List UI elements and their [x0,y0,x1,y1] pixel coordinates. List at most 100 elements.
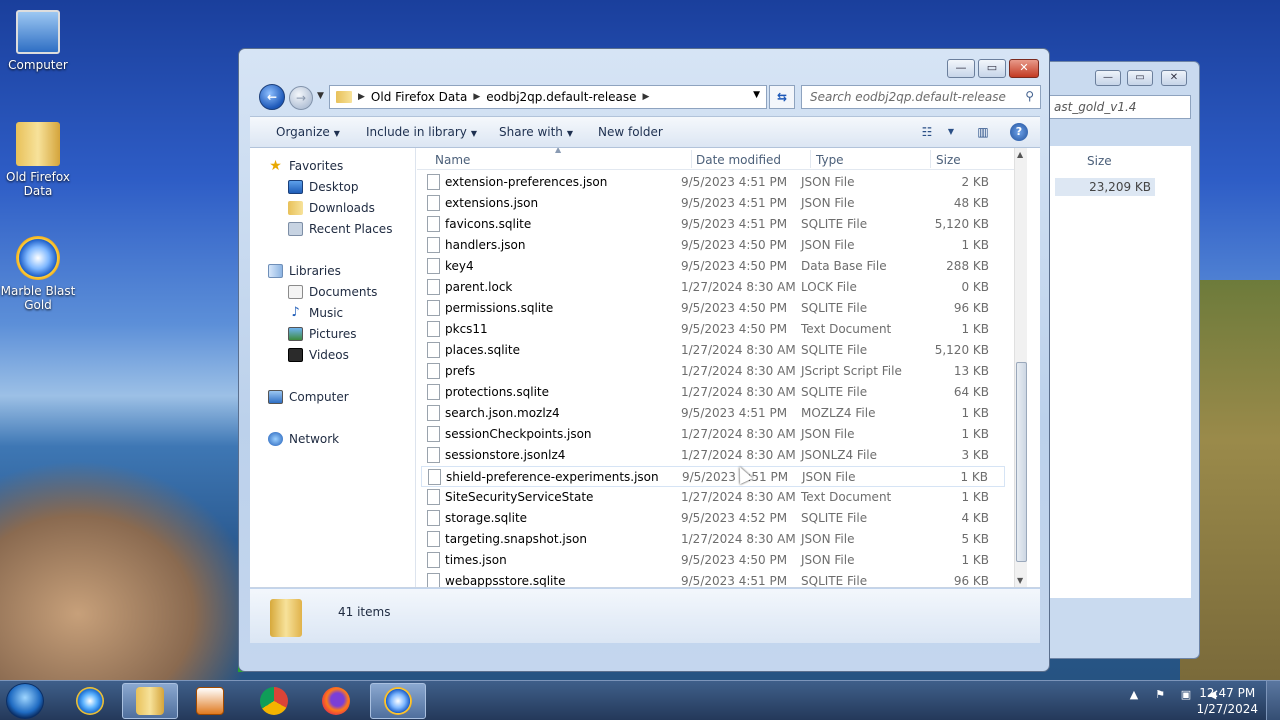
file-size: 96 KB [953,301,989,315]
sidebar-item-network[interactable]: Network [268,429,339,449]
back-button[interactable]: ← [259,84,285,110]
share-with-button[interactable]: Share with ▼ [499,125,573,139]
table-row[interactable]: times.json 9/5/2023 4:50 PM JSON File 1 KB [421,550,1005,571]
column-header-name[interactable]: Name [435,153,470,167]
address-bar[interactable]: ▶ Old Firefox Data ▶ eodbj2qp.default-re… [329,85,767,109]
taskbar-internet-explorer[interactable] [62,683,118,719]
breadcrumb-separator[interactable]: ▶ [643,92,650,102]
search-icon[interactable]: ⚲ [1025,89,1034,103]
table-row[interactable]: webappsstore.sqlite 9/5/2023 4:51 PM SQLIT… [421,571,1005,587]
file-name: targeting.snapshot.json [445,532,587,546]
preview-pane-icon[interactable]: ▥ [972,122,994,142]
table-row[interactable]: pkcs11 9/5/2023 4:50 PM Text Document 1 KB [421,319,1005,340]
column-divider[interactable] [810,150,811,168]
table-row[interactable]: parent.lock 1/27/2024 8:30 AM LOCK File 0 K… [421,277,1005,298]
table-row[interactable]: permissions.sqlite 9/5/2023 4:50 PM SQLITE… [421,298,1005,319]
music-icon: ♪ [291,305,300,320]
scroll-down-icon[interactable]: ▼ [1017,576,1023,585]
view-options-icon[interactable]: ☷ [916,122,938,142]
table-row[interactable]: key4 9/5/2023 4:50 PM Data Base File 288 KB [421,256,1005,277]
explorer-window[interactable]: — ▭ ✕ ← → ▼ ▶ Old Firefox Data ▶ eodbj2q… [238,48,1050,672]
table-row[interactable]: storage.sqlite 9/5/2023 4:52 PM SQLITE Fil… [421,508,1005,529]
recent-pages-dropdown[interactable]: ▼ [317,91,324,101]
taskbar-media-player[interactable] [182,683,238,719]
close-button[interactable]: ✕ [1161,70,1187,86]
sidebar-item-desktop[interactable]: Desktop [288,177,359,197]
scroll-up-icon[interactable]: ▲ [1017,150,1023,159]
sidebar-item-music[interactable]: ♪ Music [288,303,343,323]
taskbar-marble-blast-gold[interactable] [370,683,426,719]
documents-icon [288,285,303,299]
scroll-thumb[interactable] [1016,362,1027,562]
file-name: times.json [445,553,507,567]
background-explorer-window[interactable]: — ▭ ✕ ast_gold_v1.4 Size 23,209 KB [1036,61,1200,659]
sidebar-item-favorites[interactable]: ★ Favorites [268,156,343,176]
close-button[interactable]: ✕ [1009,59,1039,78]
sidebar-item-pictures[interactable]: Pictures [288,324,357,344]
organize-button[interactable]: Organize ▼ [276,125,340,139]
start-button[interactable] [6,683,44,719]
desktop-icon-label: Old Firefox Data [6,170,70,198]
sidebar-item-videos[interactable]: Videos [288,345,349,365]
minimize-button[interactable]: — [1095,70,1121,86]
desktop-icon-computer[interactable]: Computer [0,10,76,72]
table-row[interactable]: shield-preference-experiments.json 9/5/20… [421,466,1005,487]
breadcrumb-separator[interactable]: ▶ [473,92,480,102]
include-in-library-button[interactable]: Include in library ▼ [366,125,477,139]
help-icon[interactable]: ? [1010,123,1028,141]
column-header-size[interactable]: Size [936,153,961,167]
column-divider[interactable] [691,150,692,168]
vertical-scrollbar[interactable]: ▲ ▼ [1014,148,1027,587]
maximize-button[interactable]: ▭ [1127,70,1153,86]
desktop-icon-marble-blast-gold[interactable]: Marble Blast Gold [0,236,76,312]
column-divider[interactable] [930,150,931,168]
new-folder-button[interactable]: New folder [598,125,663,139]
table-row[interactable]: handlers.json 9/5/2023 4:50 PM JSON File 1 … [421,235,1005,256]
breadcrumb-item[interactable]: eodbj2qp.default-release [486,90,636,104]
table-row[interactable]: sessionstore.jsonlz4 1/27/2024 8:30 AM JSO… [421,445,1005,466]
show-hidden-icons-icon[interactable]: ▲ [1126,687,1142,703]
breadcrumb-item[interactable]: Old Firefox Data [371,90,467,104]
breadcrumb-separator[interactable]: ▶ [358,92,365,102]
sidebar-item-recent-places[interactable]: Recent Places [288,219,392,239]
table-row[interactable]: extension-preferences.json 9/5/2023 4:51 … [421,172,1005,193]
table-row[interactable]: extensions.json 9/5/2023 4:51 PM JSON File… [421,193,1005,214]
table-row[interactable]: prefs 1/27/2024 8:30 AM JScript Script Fil… [421,361,1005,382]
view-dropdown-icon[interactable]: ▼ [940,122,962,142]
network-icon[interactable]: ▣ [1178,687,1194,703]
file-name: search.json.mozlz4 [445,406,560,420]
table-row[interactable]: targeting.snapshot.json 1/27/2024 8:30 AM… [421,529,1005,550]
sidebar-item-label: Desktop [309,180,359,194]
table-row[interactable]: sessionCheckpoints.json 1/27/2024 8:30 AM… [421,424,1005,445]
address-dropdown-icon[interactable]: ▼ [753,90,760,100]
minimize-button[interactable]: — [947,59,975,78]
sidebar-item-computer[interactable]: Computer [268,387,349,407]
column-header-size[interactable]: Size [1087,154,1112,168]
column-header-date[interactable]: Date modified [696,153,781,167]
table-row[interactable]: SiteSecurityServiceState 1/27/2024 8:30 A… [421,487,1005,508]
column-header-type[interactable]: Type [816,153,844,167]
forward-button[interactable]: → [289,86,313,110]
table-row[interactable]: favicons.sqlite 9/5/2023 4:51 PM SQLITE Fi… [421,214,1005,235]
search-input[interactable]: Search eodbj2qp.default-release ⚲ [801,85,1041,109]
maximize-button[interactable]: ▭ [978,59,1006,78]
file-size: 1 KB [961,490,989,504]
taskbar-firefox[interactable] [308,683,364,719]
show-desktop-button[interactable] [1266,681,1280,720]
search-input[interactable]: ast_gold_v1.4 [1047,95,1191,119]
sidebar-item-documents[interactable]: Documents [288,282,377,302]
table-row[interactable]: search.json.mozlz4 9/5/2023 4:51 PM MOZLZ4… [421,403,1005,424]
table-row[interactable]: protections.sqlite 1/27/2024 8:30 AM SQLIT… [421,382,1005,403]
clock[interactable]: 12:47 PM 1/27/2024 [1196,685,1258,717]
taskbar-windows-explorer[interactable] [122,683,178,719]
desktop-icon-old-firefox-data[interactable]: Old Firefox Data [0,122,76,198]
table-row[interactable]: places.sqlite 1/27/2024 8:30 AM SQLITE Fil… [421,340,1005,361]
taskbar-chrome[interactable] [246,683,302,719]
file-date-modified: 9/5/2023 4:51 PM [681,217,788,231]
sidebar-item-libraries[interactable]: Libraries [268,261,341,281]
refresh-button[interactable]: ⇆ [769,85,795,109]
sidebar-item-downloads[interactable]: Downloads [288,198,375,218]
action-center-icon[interactable]: ⚑ [1152,687,1168,703]
file-size: 5,120 KB [934,343,989,357]
pictures-icon [288,327,303,341]
